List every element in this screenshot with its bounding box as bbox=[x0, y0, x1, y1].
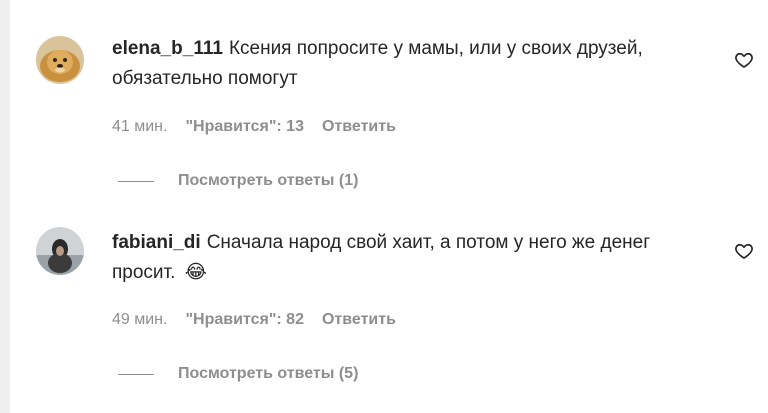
heart-icon[interactable] bbox=[734, 50, 754, 70]
divider-line bbox=[118, 180, 154, 182]
reply-button[interactable]: Ответить bbox=[322, 118, 396, 136]
comment-time: 41 мин. bbox=[112, 118, 168, 135]
comment-meta: 49 мин. "Нравится": 82 Ответить bbox=[112, 311, 396, 329]
comment-text: elena_b_111 Ксения попросите у мамы, или … bbox=[112, 34, 702, 94]
comment-meta: 41 мин. "Нравится": 13 Ответить bbox=[112, 118, 396, 136]
reply-button[interactable]: Ответить bbox=[322, 311, 396, 329]
avatar[interactable] bbox=[36, 36, 84, 84]
view-replies-button[interactable]: Посмотреть ответы (5) bbox=[118, 365, 358, 383]
view-replies-label: Посмотреть ответы (5) bbox=[178, 365, 359, 382]
username-link[interactable]: elena_b_111 bbox=[112, 38, 223, 59]
heart-icon[interactable] bbox=[734, 241, 754, 261]
left-rail bbox=[0, 0, 10, 413]
view-replies-label: Посмотреть ответы (1) bbox=[178, 172, 359, 189]
likes-count[interactable]: "Нравится": 82 bbox=[185, 311, 304, 329]
view-replies-button[interactable]: Посмотреть ответы (1) bbox=[118, 172, 358, 190]
comment-time: 49 мин. bbox=[112, 311, 168, 328]
username-link[interactable]: fabiani_di bbox=[112, 232, 201, 253]
avatar[interactable] bbox=[36, 227, 84, 275]
laughing-emoji: 😂 bbox=[184, 262, 207, 283]
likes-count[interactable]: "Нравится": 13 bbox=[185, 118, 304, 136]
comment-text: fabiani_di Сначала народ свой хаит, а пот… bbox=[112, 228, 702, 288]
divider-line bbox=[118, 373, 154, 375]
